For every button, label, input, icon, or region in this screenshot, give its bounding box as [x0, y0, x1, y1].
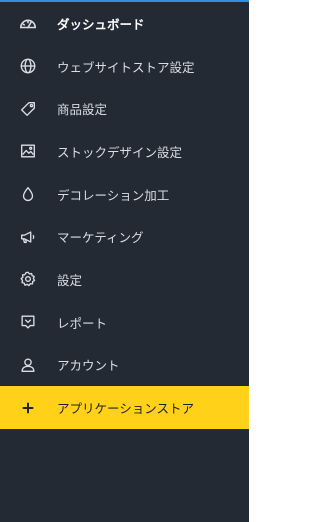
report-icon [17, 311, 39, 333]
globe-icon [17, 55, 39, 77]
sidebar-item-decoration-processing[interactable]: デコレーション加工 [0, 173, 249, 216]
gear-icon [17, 268, 39, 290]
sidebar-item-dashboard[interactable]: ダッシュボード [0, 2, 249, 45]
sidebar-item-label: レポート [57, 315, 108, 331]
sidebar-item-label: マーケティング [57, 230, 144, 246]
sidebar-item-label: デコレーション加工 [57, 187, 170, 203]
sidebar-item-website-store-settings[interactable]: ウェブサイトストア設定 [0, 45, 249, 88]
megaphone-icon [17, 226, 39, 248]
sidebar-item-product-settings[interactable]: 商品設定 [0, 87, 249, 130]
sidebar-item-label: 設定 [57, 272, 83, 288]
sidebar-item-label: 商品設定 [57, 102, 108, 118]
sidebar-item-settings[interactable]: 設定 [0, 258, 249, 301]
sidebar-item-stock-design-settings[interactable]: ストックデザイン設定 [0, 130, 249, 173]
sidebar-item-account[interactable]: アカウント [0, 344, 249, 387]
sidebar-item-marketing[interactable]: マーケティング [0, 215, 249, 258]
image-icon [17, 140, 39, 162]
sidebar: ダッシュボード ウェブサイトストア設定 商品設定 ストックデザイン設定 デコレー… [0, 0, 249, 522]
sidebar-item-label: アカウント [57, 358, 120, 374]
speedometer-icon [17, 12, 39, 34]
sidebar-menu: ダッシュボード ウェブサイトストア設定 商品設定 ストックデザイン設定 デコレー… [0, 2, 249, 429]
user-icon [17, 354, 39, 376]
tag-icon [17, 98, 39, 120]
sidebar-item-label: ウェブサイトストア設定 [57, 59, 195, 75]
sidebar-item-label: アプリケーションストア [57, 401, 195, 417]
sidebar-item-report[interactable]: レポート [0, 301, 249, 344]
droplet-icon [17, 183, 39, 205]
sidebar-item-label: ストックデザイン設定 [57, 144, 183, 160]
plus-icon [17, 397, 39, 419]
sidebar-item-app-store[interactable]: アプリケーションストア [0, 386, 249, 429]
sidebar-item-label: ダッシュボード [57, 16, 145, 32]
